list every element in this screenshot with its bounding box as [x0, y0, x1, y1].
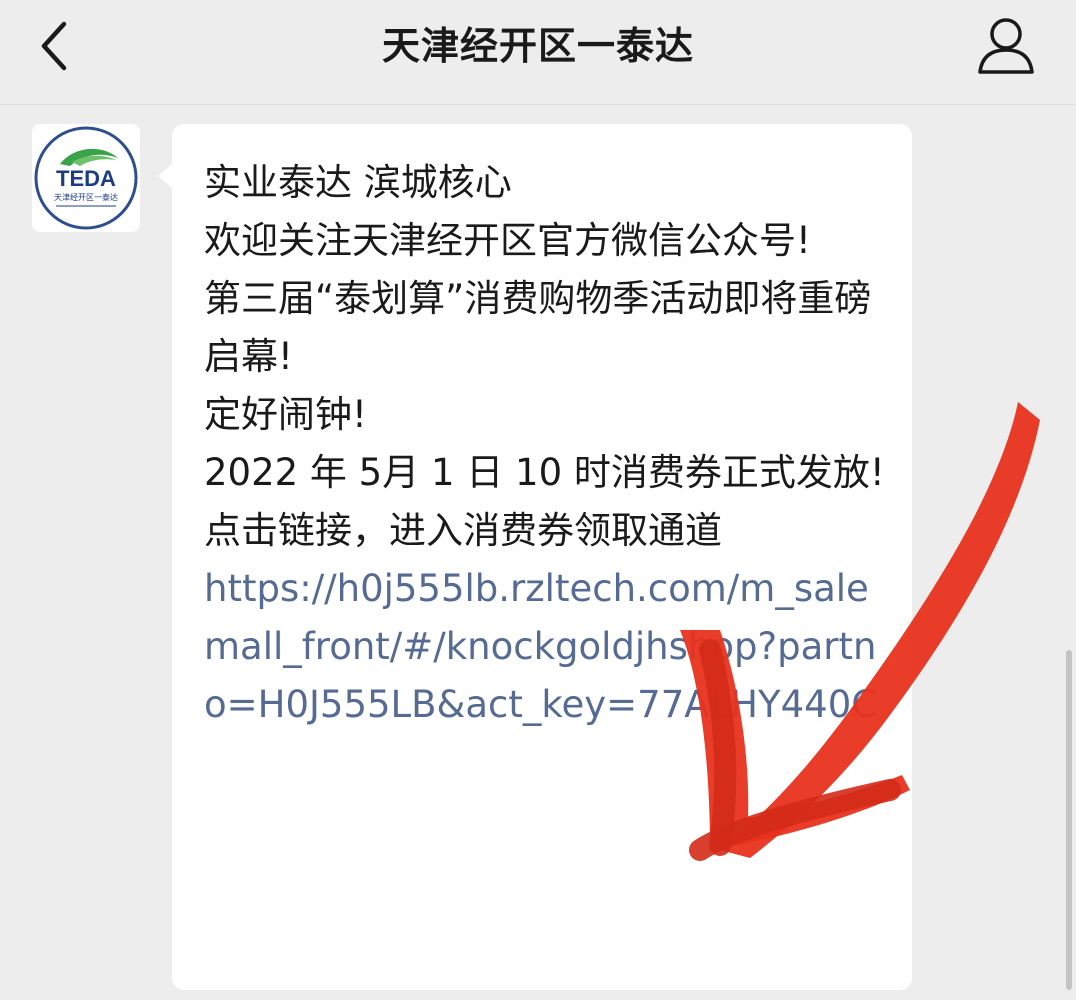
message-line: 欢迎关注天津经开区官方微信公众号!	[204, 219, 811, 262]
message-line: 实业泰达 滨城核心	[204, 161, 512, 204]
sender-avatar[interactable]: TEDA 天津经开区一泰达	[32, 124, 140, 232]
message-line: 第三届“泰划算”消费购物季活动即将重磅启幕!	[204, 277, 872, 378]
message-line: 定好闹钟!	[204, 393, 367, 436]
message-bubble: 实业泰达 滨城核心 欢迎关注天津经开区官方微信公众号! 第三届“泰划算”消费购物…	[158, 124, 912, 990]
coupon-link[interactable]: https://h0j555lb.rzltech.com/m_salemall_…	[204, 560, 888, 734]
message-line: 点击链接，进入消费券领取通道	[204, 509, 722, 552]
person-icon	[978, 18, 1034, 74]
page-title: 天津经开区一泰达	[381, 24, 694, 68]
scrollbar[interactable]	[1066, 650, 1072, 990]
back-button[interactable]	[24, 14, 88, 78]
logo-subtext: 天津经开区一泰达	[54, 192, 118, 202]
navigation-bar: 天津经开区一泰达	[0, 0, 1076, 105]
message-text: 实业泰达 滨城核心 欢迎关注天津经开区官方微信公众号! 第三届“泰划算”消费购物…	[204, 154, 888, 560]
chevron-left-icon	[41, 21, 67, 71]
message-line: 2022 年 5月 1 日 10 时消费券正式发放!	[204, 451, 885, 494]
teda-logo: TEDA 天津经开区一泰达	[34, 126, 138, 230]
profile-button[interactable]	[966, 12, 1046, 82]
logo-text: TEDA	[56, 166, 116, 191]
